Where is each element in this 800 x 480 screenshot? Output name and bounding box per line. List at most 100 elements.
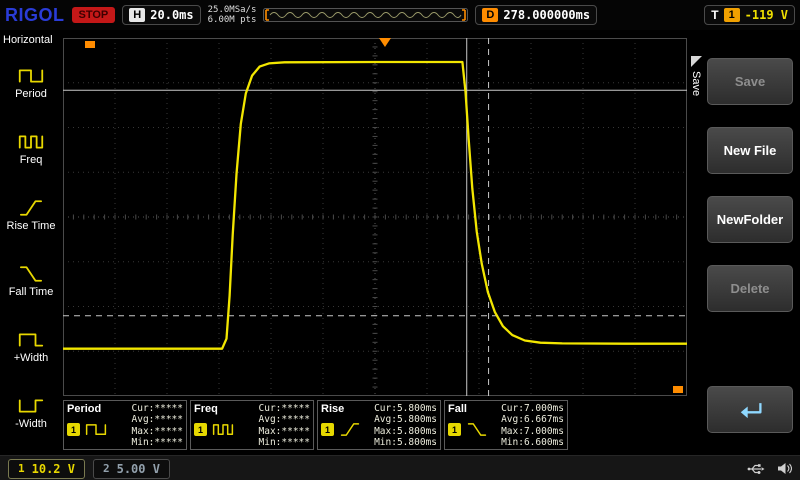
menu-tab-pointer-icon (691, 56, 702, 67)
meas-stat-label: Avg: (374, 414, 397, 425)
memory-end-marker (673, 386, 683, 393)
meas-stat-value: 5.800ms (397, 403, 437, 414)
measurement-readout-row: Period1 Cur:*****Avg:*****Max:*****Min:*… (63, 400, 688, 450)
meas-stat-label: Max: (132, 426, 155, 437)
meas-stat-value: ***** (281, 403, 310, 414)
system-icons (747, 462, 792, 475)
meas-stat-row: Cur:***** (259, 403, 311, 414)
waveform-memory-position-bar[interactable] (263, 8, 468, 22)
softkey-newfolder[interactable]: NewFolder (707, 196, 793, 243)
channel-1-badge: 1 (448, 423, 461, 436)
meas-statistics: Cur:*****Avg:*****Max:*****Min:***** (132, 403, 184, 448)
meas-stat-row: Max:7.000ms (501, 426, 564, 437)
meas-stat-row: Max:***** (132, 426, 184, 437)
left-menu-item-label: +Width (14, 353, 49, 364)
channel-1-badge: 1 (194, 423, 207, 436)
meas-stat-row: Min:5.800ms (374, 437, 437, 448)
channel-1-indicator[interactable]: 1 10.2 V (8, 459, 85, 479)
channel-2-indicator[interactable]: 25.00 V (93, 459, 170, 479)
plus-width-icon (18, 331, 44, 349)
left-menu-item--width[interactable]: -Width (0, 380, 62, 446)
meas-stat-label: Avg: (259, 414, 282, 425)
meas-stat-value: ***** (154, 426, 183, 437)
meas-stat-row: Cur:7.000ms (501, 403, 564, 414)
meas-stat-value: 6.667ms (524, 414, 564, 425)
softkey-save[interactable]: Save (707, 58, 793, 105)
meas-statistics: Cur:5.800msAvg:5.800msMax:5.800msMin:5.8… (374, 403, 437, 448)
left-menu-item-label: -Width (15, 419, 47, 430)
meas-stat-label: Cur: (501, 403, 524, 414)
trigger-level-value: -119 V (745, 8, 788, 22)
meas-stat-value: ***** (281, 437, 310, 448)
trigger-position-marker[interactable] (379, 38, 391, 47)
sample-rate-value: 25.0MSa/s (208, 5, 257, 15)
meas-stat-row: Avg:***** (259, 414, 311, 425)
left-menu-item-freq[interactable]: Freq (0, 116, 62, 182)
meas-stat-label: Cur: (132, 403, 155, 414)
left-menu-item-period[interactable]: Period (0, 50, 62, 116)
softkey-menu: Save Save New File NewFolder Delete (688, 30, 800, 455)
meas-stat-label: Avg: (132, 414, 155, 425)
left-menu-item-fall-time[interactable]: Fall Time (0, 248, 62, 314)
horizontal-scale-readout[interactable]: H 20.0ms (122, 5, 200, 25)
meas-stat-label: Min: (259, 437, 282, 448)
meas-stat-row: Cur:***** (132, 403, 184, 414)
meas-stat-label: Avg: (501, 414, 524, 425)
oscilloscope-screen: RIGOL STOP H 20.0ms 25.0MSa/s 6.00M pts … (0, 0, 800, 480)
acquisition-readout: 25.0MSa/s 6.00M pts (208, 5, 257, 25)
meas-stat-row: Min:***** (132, 437, 184, 448)
meas-stat-value: 5.800ms (397, 426, 437, 437)
rise-time-icon (18, 199, 44, 217)
meas-stat-value: ***** (154, 437, 183, 448)
meas-stat-row: Avg:6.667ms (501, 414, 564, 425)
period-icon (18, 67, 44, 85)
menu-tab-label: Save (690, 71, 702, 96)
meas-stat-row: Cur:5.800ms (374, 403, 437, 414)
main-area: Horizontal Period Freq Rise Time Fall Ti… (0, 30, 800, 455)
meas-stat-label: Min: (374, 437, 397, 448)
trigger-level-offscreen-marker (85, 41, 95, 48)
left-menu-item-label: Period (15, 89, 47, 100)
meas-stat-value: 5.800ms (397, 437, 437, 448)
meas-stat-row: Min:***** (259, 437, 311, 448)
h-scale-value: 20.0ms (150, 8, 193, 22)
meas-stat-row: Max:***** (259, 426, 311, 437)
measure-menu: Horizontal Period Freq Rise Time Fall Ti… (0, 30, 62, 455)
channel-id-badge: 1 (18, 462, 25, 475)
meas-stat-value: ***** (154, 403, 183, 414)
left-menu-item-label: Freq (20, 155, 43, 166)
fall-time-icon (465, 422, 489, 437)
delay-readout[interactable]: D 278.000000ms (475, 5, 597, 25)
channel-1-badge: 1 (67, 423, 80, 436)
channel-scale-value: 5.00 V (117, 462, 160, 476)
measurement-rise: Rise1 Cur:5.800msAvg:5.800msMax:5.800msM… (317, 400, 441, 450)
speaker-icon (777, 462, 792, 475)
softkey-delete[interactable]: Delete (707, 265, 793, 312)
delay-value: 278.000000ms (503, 8, 590, 22)
left-menu-item-rise-time[interactable]: Rise Time (0, 182, 62, 248)
softkey-newfile[interactable]: New File (707, 127, 793, 174)
d-key-icon: D (482, 8, 498, 22)
meas-stat-value: 5.800ms (397, 414, 437, 425)
softkey-return[interactable] (707, 386, 793, 433)
left-menu-item-label: Fall Time (9, 287, 54, 298)
freq-icon (18, 133, 44, 151)
meas-stat-label: Max: (501, 426, 524, 437)
run-state-badge[interactable]: STOP (72, 7, 116, 23)
ch1-trace (63, 62, 687, 349)
menu-tab-save: Save (689, 56, 703, 96)
meas-stat-value: 7.000ms (524, 426, 564, 437)
meas-stat-value: ***** (154, 414, 183, 425)
channel-scale-value: 10.2 V (32, 462, 75, 476)
measurement-period: Period1 Cur:*****Avg:*****Max:*****Min:*… (63, 400, 187, 450)
meas-stat-label: Min: (501, 437, 524, 448)
meas-stat-label: Min: (132, 437, 155, 448)
trigger-readout[interactable]: T 1 -119 V (704, 5, 795, 25)
left-menu-item--width[interactable]: +Width (0, 314, 62, 380)
meas-stat-label: Cur: (374, 403, 397, 414)
measurement-fall: Fall1 Cur:7.000msAvg:6.667msMax:7.000msM… (444, 400, 568, 450)
freq-icon (211, 422, 235, 437)
fall-time-icon (18, 265, 44, 283)
trigger-source-badge: 1 (724, 8, 740, 22)
rigol-logo: RIGOL (5, 5, 65, 26)
